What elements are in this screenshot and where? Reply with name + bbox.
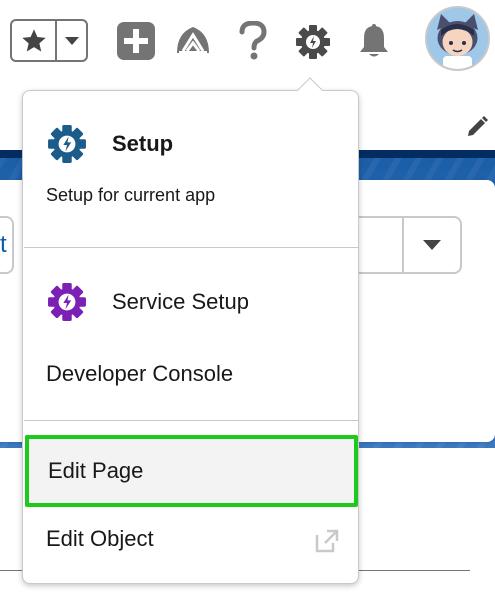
service-setup-label: Service Setup bbox=[112, 289, 249, 314]
user-avatar-button[interactable] bbox=[425, 6, 490, 71]
external-link-icon bbox=[315, 529, 339, 553]
trailhead-icon bbox=[177, 27, 209, 54]
favorites-list-button[interactable] bbox=[57, 21, 86, 60]
menu-item-setup[interactable]: Setup bbox=[24, 119, 359, 169]
menu-item-edit-object[interactable]: Edit Object bbox=[24, 515, 359, 563]
bell-icon bbox=[360, 24, 388, 57]
chevron-down-icon bbox=[64, 36, 79, 45]
setup-button[interactable] bbox=[292, 21, 334, 63]
edit-page-label: Edit Page bbox=[48, 458, 144, 483]
pencil-icon[interactable] bbox=[465, 115, 489, 139]
menu-divider bbox=[24, 420, 359, 421]
global-actions-button[interactable] bbox=[116, 21, 156, 61]
trailhead-button[interactable] bbox=[172, 21, 214, 61]
setup-menu: Setup Setup for current app Service Setu… bbox=[22, 90, 359, 584]
setup-label: Setup bbox=[112, 131, 174, 156]
developer-console-label: Developer Console bbox=[46, 361, 234, 386]
help-button[interactable] bbox=[235, 19, 271, 63]
action-dropdown-button[interactable] bbox=[404, 218, 460, 272]
menu-item-edit-page[interactable]: Edit Page bbox=[25, 435, 358, 507]
plus-square-icon bbox=[117, 22, 155, 60]
menu-item-developer-console[interactable]: Developer Console bbox=[24, 353, 359, 395]
screen: t e bbox=[0, 0, 495, 604]
setup-description: Setup for current app bbox=[46, 185, 216, 205]
left-action-button[interactable]: t bbox=[0, 216, 14, 274]
notifications-button[interactable] bbox=[354, 21, 394, 61]
avatar-icon bbox=[427, 8, 488, 69]
menu-item-service-setup[interactable]: Service Setup bbox=[24, 277, 359, 327]
service-gear-icon bbox=[46, 281, 88, 323]
edit-object-label: Edit Object bbox=[46, 526, 154, 551]
left-action-label: t bbox=[0, 231, 7, 258]
setup-gear-icon bbox=[46, 123, 88, 165]
caret-down-icon bbox=[423, 240, 441, 250]
favorites-button[interactable] bbox=[12, 21, 57, 60]
star-icon bbox=[21, 28, 46, 51]
menu-divider bbox=[24, 247, 359, 248]
gear-icon bbox=[296, 25, 330, 59]
question-mark-icon bbox=[239, 21, 267, 60]
favorites-button-group bbox=[10, 19, 88, 62]
